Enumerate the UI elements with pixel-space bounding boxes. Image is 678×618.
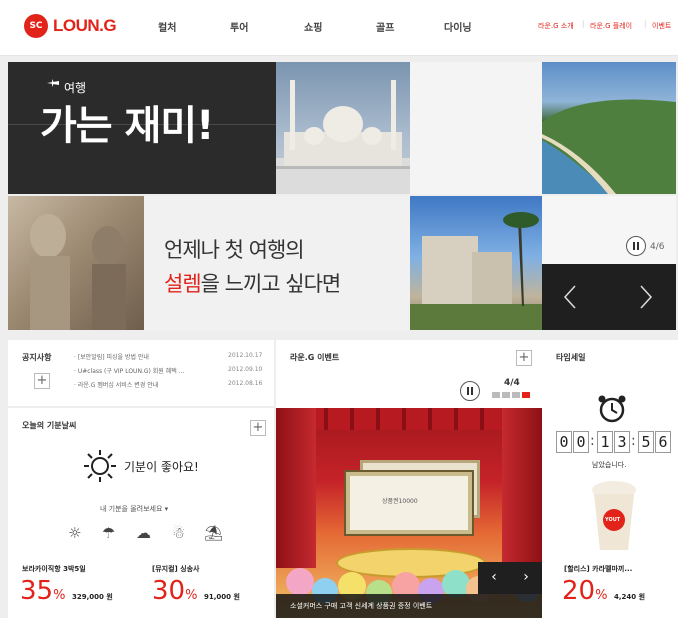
airplane-icon — [47, 79, 59, 87]
hero-travel-tile[interactable]: 여행 가는 재미! — [8, 62, 276, 194]
notice-date: 2012.10.17 — [228, 352, 263, 359]
hero-line-2-rest: 을 느끼고 싶다면 — [200, 272, 342, 296]
timesale-title: 타임세일 — [556, 353, 586, 362]
hero-line-1: 언제나 첫 여행의 — [164, 238, 305, 262]
event-title: 라운.G 이벤트 — [290, 353, 340, 362]
event-caption[interactable]: 소셜커머스 구매 고객 신세계 상품권 증정 이벤트 — [276, 594, 542, 618]
page-dot[interactable] — [502, 392, 510, 398]
voucher-text: 상품권10000 — [382, 498, 418, 505]
hero-headline: 가는 재미! — [40, 103, 214, 149]
deal-discount-value: 35 — [20, 576, 54, 606]
event-counter: 4/4 — [504, 378, 520, 388]
hero-hotel-image — [410, 196, 542, 330]
timer-digit: 1 — [597, 431, 613, 453]
event-more-button[interactable]: + — [516, 350, 532, 366]
util-separator: | — [582, 20, 585, 28]
hero-mosque-image — [276, 62, 410, 194]
timer-digit: 3 — [614, 431, 630, 453]
util-link-play[interactable]: 라운.G 플레이 — [590, 21, 632, 31]
alarm-clock-icon — [598, 395, 626, 423]
logo-text: LOUN.G — [53, 16, 117, 35]
logo[interactable]: SC LOUN.G — [24, 14, 117, 38]
pause-icon[interactable] — [626, 236, 646, 256]
balloon — [286, 568, 314, 596]
notice-title: 공지사항 — [22, 353, 52, 362]
chevron-left-icon[interactable]: ‹ — [478, 562, 510, 594]
cloud-icon[interactable]: ☁ — [136, 524, 151, 542]
product-cup-image[interactable] — [588, 478, 640, 554]
util-separator: | — [644, 20, 647, 28]
notice-item[interactable]: · 라운.G 멤버십 서비스 변경 안내 — [74, 380, 158, 389]
hero-arrows — [542, 264, 676, 330]
notice-more-button[interactable]: + — [34, 373, 50, 389]
travel-label: 여행 — [64, 81, 87, 95]
percent-sign: % — [595, 588, 608, 603]
deal-price: 329,000 원 — [72, 593, 113, 601]
no-umbrella-icon[interactable]: ⛱ — [204, 524, 223, 542]
deal-discount: 20% — [562, 578, 607, 604]
event-arrows: ‹ › — [478, 562, 542, 594]
timer-digit: 0 — [573, 431, 589, 453]
page-dot-active[interactable] — [522, 392, 530, 398]
hero-line-2-accent: 설렘 — [164, 272, 202, 296]
notice-item[interactable]: · U#class (구 VIP LOUN.G) 회원 혜택 ... — [74, 366, 184, 375]
mood-message: 기분이 좋아요! — [124, 459, 199, 474]
percent-sign: % — [185, 588, 198, 603]
timer-colon: : — [631, 433, 636, 449]
hero-line-2: 설렘을 느끼고 싶다면 — [164, 268, 342, 298]
timer-digit: 6 — [655, 431, 671, 453]
pause-icon[interactable] — [460, 381, 480, 401]
nav-tour[interactable]: 투어 — [230, 19, 248, 34]
util-link-event[interactable]: 이벤트 — [652, 21, 671, 31]
hero-counter: 4/6 — [650, 242, 665, 252]
deal-discount-value: 30 — [152, 576, 186, 606]
hero-blank-tile — [410, 62, 542, 194]
mood-title: 오늘의 기분날씨 — [22, 421, 77, 430]
umbrella-icon[interactable]: ☂ — [102, 524, 115, 542]
util-link-about[interactable]: 라운.G 소개 — [538, 21, 574, 31]
deal-price: 4,240 원 — [614, 593, 646, 601]
mood-more-button[interactable]: + — [250, 420, 266, 436]
hero-control-panel: 4/6 — [542, 196, 676, 264]
timer-colon: : — [590, 433, 595, 449]
timer-digit: 5 — [638, 431, 654, 453]
nav-shopping[interactable]: 쇼핑 — [304, 19, 322, 34]
deal-name[interactable]: [뮤지컬] 싱송사 — [152, 564, 199, 574]
chevron-right-icon[interactable]: › — [510, 562, 542, 594]
deal-price: 91,000 원 — [204, 593, 240, 601]
hero-beach-image — [542, 62, 676, 194]
sun-icon[interactable]: ☼ — [68, 524, 81, 542]
timer-digit: 0 — [556, 431, 572, 453]
notice-item[interactable]: · [보안알림] 피싱을 방법 안내 — [74, 352, 149, 361]
deal-discount-value: 20 — [562, 576, 596, 606]
site-header: SC LOUN.G 컬처 투어 쇼핑 골프 다이닝 라운.G 소개 | 라운.G… — [0, 0, 678, 56]
notice-date: 2012.08.16 — [228, 380, 263, 387]
mood-prompt-select[interactable]: 내 기분을 올려보세요 ▾ — [100, 504, 168, 514]
logo-mark: SC — [24, 14, 48, 38]
deal-discount: 35% — [20, 578, 65, 604]
snowman-icon[interactable]: ☃ — [172, 524, 185, 542]
timer-remain: 남았습니다. — [592, 461, 627, 469]
deal-name[interactable]: 보라카이직항 3박5일 — [22, 564, 86, 574]
chevron-left-icon[interactable] — [562, 284, 578, 310]
nav-culture[interactable]: 컬처 — [158, 19, 176, 34]
page-dot[interactable] — [512, 392, 520, 398]
curtain-left — [276, 408, 316, 568]
mood-status: 기분이 좋아요! — [82, 448, 199, 484]
page-dot[interactable] — [492, 392, 500, 398]
nav-dining[interactable]: 다이닝 — [444, 19, 472, 34]
chevron-right-icon[interactable] — [638, 284, 654, 310]
deal-name[interactable]: [할리스] 카라멜마끼... — [564, 564, 632, 574]
deal-discount: 30% — [152, 578, 197, 604]
sun-icon — [84, 450, 116, 482]
nav-golf[interactable]: 골프 — [376, 19, 394, 34]
curtain-right — [502, 408, 542, 568]
hero-statue-image — [8, 196, 144, 330]
hero-text-tile[interactable]: 언제나 첫 여행의 설렘을 느끼고 싶다면 — [144, 196, 410, 330]
product-label: YOUT — [605, 517, 621, 523]
notice-date: 2012.09.10 — [228, 366, 263, 373]
percent-sign: % — [53, 588, 66, 603]
